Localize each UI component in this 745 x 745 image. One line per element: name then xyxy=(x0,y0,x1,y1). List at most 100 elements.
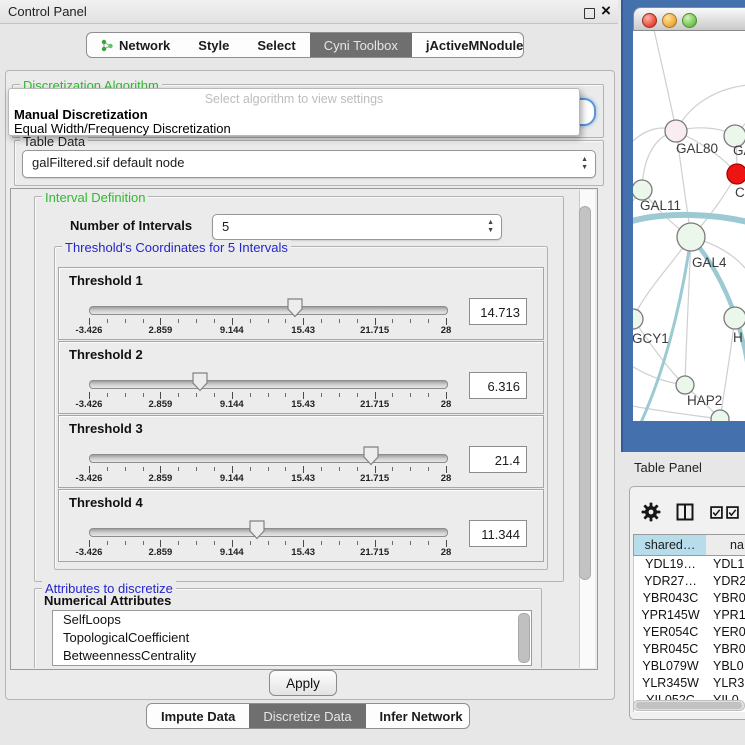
table-data-combobox[interactable]: galFiltered.sif default node ▲▼ xyxy=(22,150,596,178)
attribute-list-item[interactable]: BetweennessCentrality xyxy=(53,647,531,665)
table-column-header-shared[interactable]: shared… xyxy=(633,534,707,556)
network-node-gcy1[interactable] xyxy=(633,309,643,329)
tick-mark xyxy=(303,540,304,547)
tick-mark xyxy=(160,466,161,473)
tick-mark xyxy=(160,318,161,325)
network-node-hap2[interactable] xyxy=(676,376,694,394)
settings-vertical-scrollbar[interactable] xyxy=(579,190,595,668)
tick-mark xyxy=(357,467,358,471)
tick-mark xyxy=(143,541,144,545)
checkbox-checked-icon[interactable] xyxy=(710,506,723,524)
tab-discretize-data[interactable]: Discretize Data xyxy=(249,704,365,728)
combo-stepper-icon: ▲▼ xyxy=(487,219,494,235)
threshold-value-field[interactable]: 14.713 xyxy=(469,298,527,325)
tick-mark xyxy=(285,393,286,397)
threshold-4-panel: Threshold 4-3.4262.8599.14415.4321.71528… xyxy=(58,489,544,562)
number-of-intervals-value: 5 xyxy=(222,219,229,234)
tick-mark xyxy=(446,318,447,325)
table-row[interactable]: YPR145WYPR1 xyxy=(634,607,745,624)
interval-definition-title: Interval Definition xyxy=(42,190,148,205)
table-row[interactable]: YDL19…YDL1 xyxy=(634,556,745,573)
attribute-list-item[interactable]: TopologicalCoefficient xyxy=(53,629,531,647)
slider-thumb[interactable] xyxy=(249,520,265,540)
tick-label: 9.144 xyxy=(220,473,244,484)
tick-mark xyxy=(428,319,429,323)
tick-mark xyxy=(143,467,144,471)
tick-mark xyxy=(250,393,251,397)
algorithm-option-manual[interactable]: Manual Discretization xyxy=(14,107,148,122)
minimize-traffic-light-icon[interactable] xyxy=(662,13,677,28)
tab-network[interactable]: Network xyxy=(87,33,184,57)
table-row[interactable]: YBR043CYBR0 xyxy=(634,590,745,607)
algorithm-dropdown-hint: Select algorithm to view settings xyxy=(9,92,579,106)
table-data-group-title: Table Data xyxy=(20,134,88,149)
split-columns-icon[interactable] xyxy=(676,503,694,526)
network-node-label: GAL80 xyxy=(676,141,718,156)
threshold-value-field[interactable]: 6.316 xyxy=(469,372,527,399)
tick-mark xyxy=(250,319,251,323)
table-row[interactable]: YDR27…YDR2 xyxy=(634,573,745,590)
network-canvas[interactable]: GAL80GACGAL11GAL4GCY1HHAP2 xyxy=(633,31,745,421)
slider-thumb[interactable] xyxy=(287,298,303,318)
threshold-2-panel: Threshold 2-3.4262.8599.14415.4321.71528… xyxy=(58,341,544,414)
tick-mark xyxy=(321,319,322,323)
tick-mark xyxy=(446,540,447,547)
apply-button[interactable]: Apply xyxy=(269,670,337,696)
slider-thumb[interactable] xyxy=(363,446,379,466)
scrollbar-thumb[interactable] xyxy=(579,206,591,580)
network-node-gal4[interactable] xyxy=(677,223,705,251)
scrollbar-thumb[interactable] xyxy=(636,702,742,709)
slider-thumb[interactable] xyxy=(192,372,208,392)
tick-label: 9.144 xyxy=(220,399,244,410)
list-scrollbar-thumb[interactable] xyxy=(518,613,530,663)
network-node-c[interactable] xyxy=(727,164,745,184)
checkbox-checked-icon[interactable] xyxy=(726,506,739,524)
tab-infer-network[interactable]: Infer Network xyxy=(366,704,470,728)
table-row[interactable]: YER054CYER0 xyxy=(634,624,745,641)
threshold-slider-track[interactable] xyxy=(89,380,448,389)
close-traffic-light-icon[interactable] xyxy=(642,13,657,28)
application-root: Control Panel × Network Style Select Cyn… xyxy=(0,0,745,745)
network-node-gal11[interactable] xyxy=(633,180,652,200)
table-column-header-name[interactable]: na xyxy=(706,534,745,556)
tab-impute-data[interactable]: Impute Data xyxy=(147,704,249,728)
tick-label: 21.715 xyxy=(360,399,389,410)
gear-icon[interactable] xyxy=(641,502,661,527)
threshold-value-field[interactable]: 21.4 xyxy=(469,446,527,473)
tick-mark xyxy=(214,319,215,323)
tab-select[interactable]: Select xyxy=(243,33,309,57)
threshold-slider-track[interactable] xyxy=(89,306,448,315)
tab-style[interactable]: Style xyxy=(184,33,243,57)
network-node-h[interactable] xyxy=(724,307,745,329)
tick-mark xyxy=(268,541,269,545)
tick-label: 15.43 xyxy=(291,473,315,484)
tab-jactivemnodules[interactable]: jActiveMNodules xyxy=(412,33,524,57)
table-cell-name: YER0 xyxy=(713,624,745,641)
tick-mark xyxy=(321,393,322,397)
tick-mark xyxy=(125,393,126,397)
float-window-icon[interactable] xyxy=(584,8,595,19)
table-cell-shared-name: YBL079W xyxy=(634,658,707,675)
algorithm-option-equal-width[interactable]: Equal Width/Frequency Discretization xyxy=(14,121,231,136)
table-row[interactable]: YLR345WYLR3 xyxy=(634,675,745,692)
numerical-attributes-list[interactable]: SelfLoopsTopologicalCoefficientBetweenne… xyxy=(52,610,532,666)
attribute-list-item[interactable]: SelfLoops xyxy=(53,611,531,629)
tick-mark xyxy=(268,319,269,323)
table-row[interactable]: YBR045CYBR0 xyxy=(634,641,745,658)
network-window-titlebar[interactable] xyxy=(633,7,745,31)
tick-label: -3.426 xyxy=(76,473,103,484)
threshold-value-field[interactable]: 11.344 xyxy=(469,520,527,547)
threshold-label: Threshold 3 xyxy=(69,421,143,436)
network-node-gal80[interactable] xyxy=(665,120,687,142)
table-body[interactable]: YDL19…YDL1YDR27…YDR2YBR043CYBR0YPR145WYP… xyxy=(633,556,745,712)
close-icon[interactable]: × xyxy=(601,1,611,21)
tick-label: -3.426 xyxy=(76,325,103,336)
number-of-intervals-combobox[interactable]: 5 ▲▼ xyxy=(212,214,502,240)
zoom-traffic-light-icon[interactable] xyxy=(682,13,697,28)
threshold-3-panel: Threshold 3-3.4262.8599.14415.4321.71528… xyxy=(58,415,544,488)
threshold-slider-track[interactable] xyxy=(89,528,448,537)
threshold-label: Threshold 1 xyxy=(69,273,143,288)
table-row[interactable]: YBL079WYBL0 xyxy=(634,658,745,675)
threshold-slider-track[interactable] xyxy=(89,454,448,463)
tab-cyni-toolbox[interactable]: Cyni Toolbox xyxy=(310,33,412,57)
